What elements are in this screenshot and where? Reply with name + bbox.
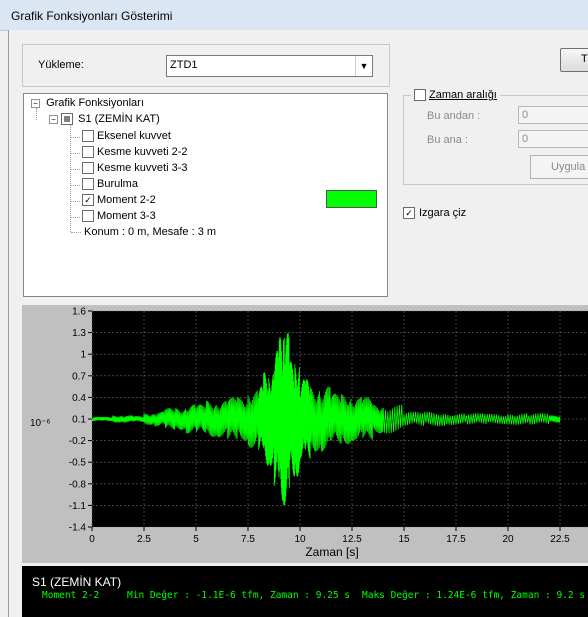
series-label: Burulma	[97, 178, 138, 190]
tree-item[interactable]: Moment 3-3	[71, 210, 156, 223]
time-range-toggle[interactable]: Zaman aralığı	[411, 89, 500, 102]
grid-checkbox[interactable]: ✓	[403, 207, 415, 220]
node-checkbox[interactable]	[61, 113, 74, 126]
tree-line	[71, 201, 80, 202]
apply-button-label: Uygula	[551, 161, 586, 173]
y-tick-label: 0.7	[72, 371, 86, 382]
y-tick-label: -1.4	[69, 523, 87, 534]
tree-line	[70, 124, 71, 232]
tree-line	[71, 153, 80, 154]
tree-root-label: Grafik Fonksiyonları	[46, 97, 144, 109]
y-tick-label: -0.5	[69, 458, 87, 469]
series-checkbox[interactable]	[82, 146, 94, 159]
title-bar: Grafik Fonksiyonları Gösterimi	[0, 0, 588, 31]
from-value: 0	[522, 109, 529, 121]
tree-item[interactable]: Eksenel kuvvet	[71, 130, 171, 143]
x-tick-label: 5	[193, 534, 199, 545]
tree-line	[71, 217, 80, 218]
load-combobox[interactable]: ZTD1 ▼	[166, 55, 373, 77]
tree-info: Konum : 0 m, Mesafe : 3 m	[84, 226, 217, 238]
tree-item[interactable]: Kesme kuvveti 2-2	[71, 146, 188, 159]
y-tick-label: 1	[80, 350, 86, 361]
y-tick-label: -0.2	[69, 436, 87, 447]
series-checkbox[interactable]	[82, 130, 94, 143]
series-checkbox[interactable]	[82, 210, 94, 223]
y-tick-label: 0.1	[72, 415, 86, 426]
to-input[interactable]: 0	[518, 130, 588, 148]
tree-item[interactable]: ✓ Moment 2-2	[71, 194, 156, 207]
status-panel: S1 (ZEMİN KAT) Moment 2-2 Min Değer : -1…	[22, 566, 588, 617]
x-tick-label: 20	[502, 534, 514, 545]
y-tick-label: -0.8	[69, 479, 87, 490]
grid-option[interactable]: ✓ Izgara çiz	[403, 207, 467, 220]
from-input[interactable]: 0	[518, 106, 588, 124]
collapse-icon[interactable]: −	[31, 98, 40, 108]
apply-button[interactable]: Uygula	[530, 155, 588, 179]
x-tick-label: 12.5	[342, 534, 362, 545]
from-label: Bu andan :	[427, 110, 481, 122]
tree-node-label: S1 (ZEMİN KAT)	[78, 113, 160, 125]
to-value: 0	[522, 133, 529, 145]
tree-item[interactable]: Burulma	[71, 178, 138, 191]
status-min: Min Değer : -1.1E-6 tfm, Zaman : 9.25 s	[127, 590, 351, 601]
load-value: ZTD1	[170, 59, 198, 71]
time-history-chart[interactable]: 1.6 1.3 1 0.7 0.4 0.1 -0.2 -0.5 -0.8 -1.1 -1.40 2.5…	[22, 305, 588, 563]
y-axis-label: 10⁻⁶	[30, 418, 51, 429]
collapse-icon[interactable]: −	[49, 114, 58, 124]
series-label: Kesme kuvveti 3-3	[97, 162, 188, 174]
to-label: Bu ana :	[427, 134, 468, 146]
load-label: Yükleme:	[38, 59, 84, 71]
x-tick-label: 10	[294, 534, 306, 545]
x-tick-label: 15	[398, 534, 410, 545]
x-tick-label: 2.5	[137, 534, 151, 545]
series-label: Kesme kuvveti 2-2	[97, 146, 188, 158]
tree-root[interactable]: − Grafik Fonksiyonları	[31, 97, 144, 109]
tree-line	[71, 232, 81, 233]
series-label: Moment 3-3	[97, 210, 156, 222]
series-checkbox[interactable]	[82, 162, 94, 175]
grid-label: Izgara çiz	[419, 207, 467, 219]
series-checkbox[interactable]	[82, 178, 94, 191]
x-tick-label: 7.5	[241, 534, 255, 545]
top-right-button-label: T	[581, 53, 588, 65]
status-title: S1 (ZEMİN KAT)	[32, 575, 122, 589]
chevron-down-icon[interactable]: ▼	[355, 56, 372, 76]
series-label: Eksenel kuvvet	[97, 130, 171, 142]
y-tick-label: 1.6	[72, 307, 86, 318]
x-tick-label: 0	[89, 534, 95, 545]
tree-line	[71, 137, 80, 138]
x-tick-label: 22.5	[550, 534, 570, 545]
y-tick-label: -1.1	[69, 501, 87, 512]
status-max: Maks Değer : 1.24E-6 tfm, Zaman : 9.2 s	[362, 590, 586, 601]
tree-item[interactable]: Kesme kuvveti 3-3	[71, 162, 188, 175]
top-right-button[interactable]: T	[560, 48, 588, 72]
series-checkbox[interactable]: ✓	[82, 194, 94, 207]
window-title: Grafik Fonksiyonları Gösterimi	[11, 9, 173, 23]
tree-line	[36, 108, 37, 120]
time-range-checkbox[interactable]	[414, 89, 426, 102]
tree-line	[71, 185, 80, 186]
y-tick-label: 0.4	[72, 393, 86, 404]
tree-line	[71, 169, 80, 170]
series-label: Moment 2-2	[97, 194, 156, 206]
x-tick-label: 17.5	[446, 534, 466, 545]
time-range-label: Zaman aralığı	[429, 89, 497, 101]
y-tick-label: 1.3	[72, 328, 86, 339]
tree-node-s1[interactable]: − S1 (ZEMİN KAT)	[49, 113, 160, 126]
x-axis-label: Zaman [s]	[305, 545, 358, 559]
series-color-swatch[interactable]	[326, 190, 377, 208]
status-series: Moment 2-2	[42, 590, 100, 601]
